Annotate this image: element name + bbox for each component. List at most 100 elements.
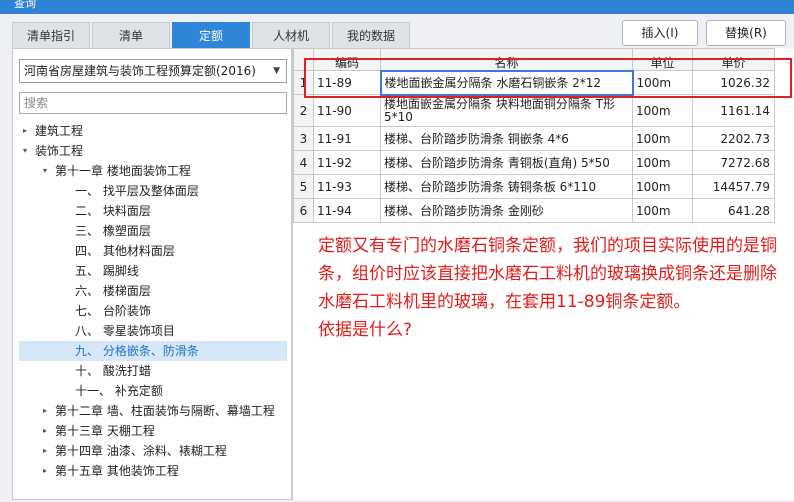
unit-cell[interactable]: 100m (632, 150, 693, 175)
tree-node-label: 七、 台阶装饰 (75, 304, 151, 318)
price-cell[interactable]: 641.28 (692, 198, 775, 223)
row-number-cell[interactable]: 6 (293, 198, 314, 223)
tree-node[interactable]: ▸ 第十四章 油漆、涂料、裱糊工程 (19, 441, 287, 461)
tree-node[interactable]: ▸ 第十二章 墙、柱面装饰与隔断、幕墙工程 (19, 401, 287, 421)
tree-node[interactable]: 五、 踢脚线 (19, 261, 287, 281)
tree-node-label: 三、 橡塑面层 (75, 224, 151, 238)
tree-node-label: 建筑工程 (35, 124, 84, 138)
name-cell[interactable]: 楼梯、台阶踏步防滑条 金刚砂 (380, 198, 633, 223)
name-cell[interactable]: 楼梯、台阶踏步防滑条 青铜板(直角) 5*50 (380, 150, 633, 175)
annotation-text: 定额又有专门的水磨石铜条定额，我们的项目实际使用的是铜条，组价时应该直接把水磨石… (318, 232, 788, 344)
tree-node[interactable]: ▸ 第十五章 其他装饰工程 (19, 461, 287, 481)
table-row[interactable]: 3 11-91 楼梯、台阶踏步防滑条 铜嵌条 4*6 100m 2202.73 (293, 126, 775, 151)
tab-my-data[interactable]: 我的数据 (332, 22, 410, 48)
tree-node[interactable]: 三、 橡塑面层 (19, 221, 287, 241)
code-cell[interactable]: 11-93 (313, 174, 381, 199)
code-cell[interactable]: 11-92 (313, 150, 381, 175)
annotation-question-2: 依据是什么? (318, 320, 413, 340)
caret-right-icon[interactable]: ▸ (43, 421, 47, 441)
tree-node[interactable]: ▸ 建筑工程 (19, 121, 287, 141)
table-row[interactable]: 4 11-92 楼梯、台阶踏步防滑条 青铜板(直角) 5*50 100m 7272.68 (293, 150, 775, 175)
price-cell[interactable]: 1161.14 (692, 94, 775, 127)
unit-cell[interactable]: 100m (632, 126, 693, 151)
unit-cell[interactable]: 100m (632, 198, 693, 223)
tree-node[interactable]: 六、 楼梯面层 (19, 281, 287, 301)
tree-node-label: 第十五章 其他装饰工程 (55, 464, 179, 478)
search-input[interactable]: 搜索 (19, 92, 287, 114)
tree-node-label: 五、 踢脚线 (75, 264, 139, 278)
tree-node[interactable]: 一、 找平层及整体面层 (19, 181, 287, 201)
tree-node-label: 第十二章 墙、柱面装饰与隔断、幕墙工程 (55, 404, 275, 418)
unit-cell[interactable]: 100m (632, 70, 693, 95)
quota-library-select[interactable]: 河南省房屋建筑与装饰工程预算定额(2016) ▼ (19, 59, 287, 83)
header-row-number (293, 48, 314, 71)
name-cell[interactable]: 楼地面嵌金属分隔条 水磨石铜嵌条 2*12 (379, 69, 634, 96)
header-name[interactable]: 名称 (380, 48, 633, 71)
tree-node-label: 八、 零星装饰项目 (75, 324, 175, 338)
window-title: 查询 (14, 0, 36, 10)
tree-node[interactable]: 八、 零星装饰项目 (19, 321, 287, 341)
tree-node-label: 第十三章 天棚工程 (55, 424, 155, 438)
tree-node[interactable]: 七、 台阶装饰 (19, 301, 287, 321)
tab-labor-material-machine[interactable]: 人材机 (252, 22, 330, 48)
insert-button[interactable]: 插入(I) (622, 20, 698, 46)
quota-table: 编码 名称 单位 单价 1 11-89 楼地面嵌金属分隔条 水磨石铜嵌条 2*12 1… (293, 48, 775, 223)
tree-node[interactable]: ▾ 装饰工程 (19, 141, 287, 161)
caret-right-icon[interactable]: ▸ (43, 461, 47, 481)
tree-node-label: 装饰工程 (35, 144, 84, 158)
tree-node-label: 六、 楼梯面层 (75, 284, 151, 298)
name-cell[interactable]: 楼梯、台阶踏步防滑条 铜嵌条 4*6 (380, 126, 633, 151)
caret-down-icon[interactable]: ▾ (23, 141, 27, 161)
tree-node-label: 十一、 补充定额 (75, 384, 163, 398)
header-price[interactable]: 单价 (692, 48, 775, 71)
chevron-down-icon[interactable]: ▼ (273, 60, 280, 82)
caret-right-icon[interactable]: ▸ (43, 401, 47, 421)
tree-node-label: 十、 酸洗打蜡 (75, 364, 151, 378)
caret-right-icon[interactable]: ▸ (23, 121, 27, 141)
code-cell[interactable]: 11-91 (313, 126, 381, 151)
table-row[interactable]: 2 11-90 楼地面嵌金属分隔条 块料地面铜分隔条 T形5*10 100m 1161.… (293, 94, 775, 127)
left-panel: 河南省房屋建筑与装饰工程预算定额(2016) ▼ 搜索 ▸ 建筑工程 ▾ 装饰工程 ▾ 第… (12, 48, 292, 500)
price-cell[interactable]: 2202.73 (692, 126, 775, 151)
tree-node-label: 一、 找平层及整体面层 (75, 184, 199, 198)
table-row[interactable]: 5 11-93 楼梯、台阶踏步防滑条 铸铜条板 6*110 100m 14457.79 (293, 174, 775, 199)
tree-node[interactable]: 十一、 补充定额 (19, 381, 287, 401)
row-number-cell[interactable]: 4 (293, 150, 314, 175)
tab-quota[interactable]: 定额 (172, 22, 250, 48)
caret-right-icon[interactable]: ▸ (43, 441, 47, 461)
name-cell[interactable]: 楼地面嵌金属分隔条 块料地面铜分隔条 T形5*10 (380, 94, 633, 127)
header-code[interactable]: 编码 (313, 48, 381, 71)
caret-down-icon[interactable]: ▾ (43, 161, 47, 181)
code-cell[interactable]: 11-94 (313, 198, 381, 223)
tree-node[interactable]: 十、 酸洗打蜡 (19, 361, 287, 381)
tree-node-label: 二、 块料面层 (75, 204, 151, 218)
row-number-cell[interactable]: 3 (293, 126, 314, 151)
tab-list-guide[interactable]: 清单指引 (12, 22, 90, 48)
row-number-cell[interactable]: 5 (293, 174, 314, 199)
code-cell[interactable]: 11-90 (313, 94, 381, 127)
price-cell[interactable]: 14457.79 (692, 174, 775, 199)
tree-node[interactable]: ▸ 第十三章 天棚工程 (19, 421, 287, 441)
table-row[interactable]: 6 11-94 楼梯、台阶踏步防滑条 金刚砂 100m 641.28 (293, 198, 775, 223)
unit-cell[interactable]: 100m (632, 94, 693, 127)
code-cell[interactable]: 11-89 (313, 70, 381, 95)
row-number-cell[interactable]: 2 (293, 94, 314, 127)
tree-node-label: 第十四章 油漆、涂料、裱糊工程 (55, 444, 227, 458)
tree-node-label: 第十一章 楼地面装饰工程 (55, 164, 191, 178)
header-unit[interactable]: 单位 (632, 48, 693, 71)
tree-node[interactable]: 九、 分格嵌条、防滑条 (19, 341, 287, 361)
row-number-cell[interactable]: 1 (293, 70, 314, 95)
price-cell[interactable]: 7272.68 (692, 150, 775, 175)
table-row[interactable]: 1 11-89 楼地面嵌金属分隔条 水磨石铜嵌条 2*12 100m 1026.32 (293, 69, 775, 96)
tree-node[interactable]: 四、 其他材料面层 (19, 241, 287, 261)
tab-bar: 清单指引 清单 定额 人材机 我的数据 (12, 22, 410, 48)
tab-list[interactable]: 清单 (92, 22, 170, 48)
replace-button[interactable]: 替换(R) (706, 20, 786, 46)
window-titlebar: 查询 (0, 0, 794, 14)
tree-node[interactable]: 二、 块料面层 (19, 201, 287, 221)
price-cell[interactable]: 1026.32 (692, 70, 775, 95)
tree-node[interactable]: ▾ 第十一章 楼地面装饰工程 (19, 161, 287, 181)
unit-cell[interactable]: 100m (632, 174, 693, 199)
name-cell[interactable]: 楼梯、台阶踏步防滑条 铸铜条板 6*110 (380, 174, 633, 199)
annotation-question: 定额又有专门的水磨石铜条定额，我们的项目实际使用的是铜条，组价时应该直接把水磨石… (318, 236, 777, 312)
